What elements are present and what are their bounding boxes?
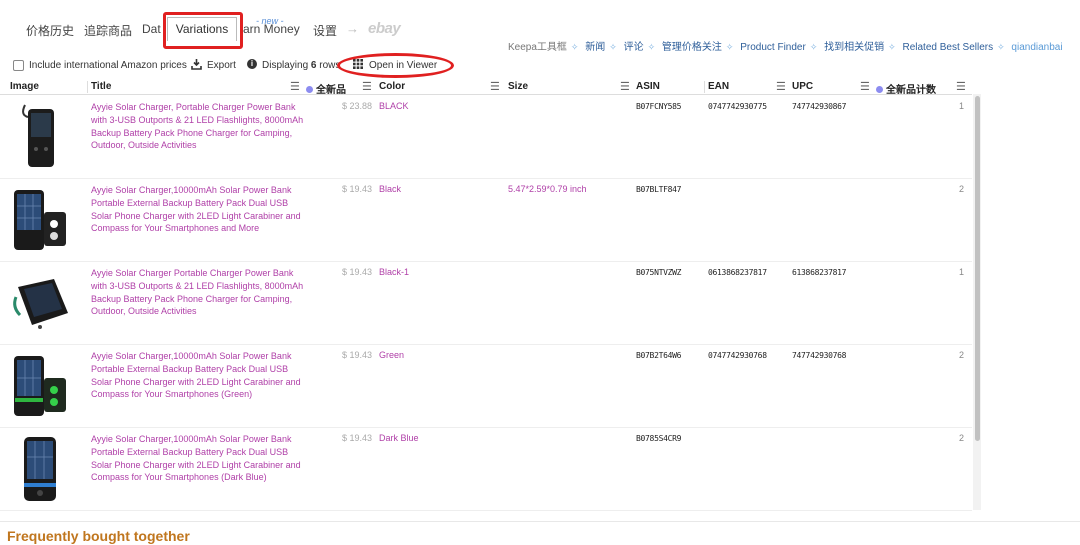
- separator-icon: ✧: [647, 42, 656, 52]
- separator-icon: ✧: [570, 42, 579, 52]
- highlight-oval: [337, 53, 454, 78]
- upc-value: 747742930867: [792, 102, 847, 111]
- color-value: BLACK: [379, 101, 409, 111]
- column-menu-icon[interactable]: ☰: [956, 80, 966, 93]
- column-menu-icon[interactable]: ☰: [620, 80, 630, 93]
- new-count-value: 1: [959, 267, 965, 277]
- header-size[interactable]: Size: [508, 81, 528, 92]
- info-icon: i: [247, 59, 257, 69]
- product-title-link[interactable]: Ayyie Solar Charger Portable Charger Pow…: [91, 267, 306, 318]
- table-row[interactable]: Ayyie Solar Charger,10000mAh Solar Power…: [0, 344, 972, 428]
- checkbox-icon[interactable]: [13, 60, 24, 71]
- ean-value: 0613868237817: [708, 268, 767, 277]
- column-menu-icon[interactable]: ☰: [362, 80, 372, 93]
- column-menu-icon[interactable]: ☰: [860, 80, 870, 93]
- asin-value[interactable]: B07BLTF847: [636, 185, 681, 194]
- export-button[interactable]: Export: [207, 60, 236, 71]
- dot-icon: [306, 86, 313, 93]
- column-menu-icon[interactable]: ☰: [290, 80, 300, 93]
- header-color[interactable]: Color: [379, 81, 405, 92]
- header-new-price[interactable]: 全新品: [306, 81, 346, 96]
- link-price-watch[interactable]: 管理价格关注: [662, 42, 722, 53]
- product-image: [13, 279, 68, 329]
- link-related-best-sellers[interactable]: Related Best Sellers: [902, 42, 993, 53]
- intl-prices-label[interactable]: Include international Amazon prices: [29, 60, 187, 71]
- column-menu-icon[interactable]: ☰: [776, 80, 786, 93]
- tab-price-history[interactable]: 价格历史: [26, 22, 74, 39]
- ean-value: 0747742930775: [708, 102, 767, 111]
- header-new-count[interactable]: 全新品计数: [876, 81, 936, 96]
- asin-value[interactable]: B07B2T64W6: [636, 351, 681, 360]
- header-upc[interactable]: UPC: [792, 81, 813, 92]
- separator-icon: ✧: [725, 42, 734, 52]
- tab-settings[interactable]: 设置: [313, 22, 337, 39]
- product-image: [22, 104, 54, 167]
- price-value: $ 19.43: [342, 184, 373, 194]
- column-divider: [87, 81, 88, 93]
- tab-tracking[interactable]: 追踪商品: [84, 22, 132, 39]
- link-product-finder[interactable]: Product Finder: [740, 42, 806, 53]
- scrollbar-thumb[interactable]: [975, 96, 980, 441]
- table-header: Image Title ☰ 全新品 ☰ Color ☰ Size ☰ ASIN …: [0, 79, 972, 96]
- frequently-bought-heading: Frequently bought together: [7, 528, 190, 544]
- header-ean[interactable]: EAN: [708, 81, 729, 92]
- top-links: Keepa工具框 ✧ 新闻 ✧ 评论 ✧ 管理价格关注 ✧ Product Finder…: [508, 38, 1067, 53]
- header-image[interactable]: Image: [10, 81, 39, 92]
- highlight-box: [163, 12, 243, 49]
- new-count-value: 1: [959, 101, 965, 111]
- separator-icon: ✧: [997, 42, 1005, 52]
- ean-value: 0747742930768: [708, 351, 767, 360]
- product-title-link[interactable]: Ayyie Solar Charger,10000mAh Solar Power…: [91, 433, 306, 484]
- tab-data[interactable]: Dat: [142, 22, 161, 36]
- divider: [0, 521, 1080, 522]
- asin-value[interactable]: B075NTVZWZ: [636, 268, 681, 277]
- asin-value[interactable]: B07FCNY585: [636, 102, 681, 111]
- color-value: Green: [379, 350, 405, 360]
- header-title[interactable]: Title: [91, 81, 111, 92]
- link-reviews[interactable]: 评论: [624, 42, 644, 53]
- product-image: [14, 356, 66, 416]
- product-title-link[interactable]: Ayyie Solar Charger, Portable Charger Po…: [91, 101, 306, 152]
- price-value: $ 23.88: [342, 101, 373, 111]
- product-title-link[interactable]: Ayyie Solar Charger,10000mAh Solar Power…: [91, 184, 306, 235]
- new-badge: - new -: [256, 16, 284, 26]
- product-image: [24, 437, 56, 501]
- size-value: 5.47*2.59*0.79 inch: [508, 184, 587, 194]
- upc-value: 747742930768: [792, 351, 847, 360]
- link-deals[interactable]: 找到相关促销: [824, 42, 884, 53]
- new-count-value: 2: [959, 184, 965, 194]
- separator-icon: ✧: [809, 42, 818, 52]
- upc-value: 613868237817: [792, 268, 847, 277]
- export-icon[interactable]: [191, 58, 202, 73]
- price-value: $ 19.43: [342, 350, 373, 360]
- color-value: Black: [379, 184, 402, 194]
- new-count-value: 2: [959, 350, 965, 360]
- product-image: [14, 190, 66, 250]
- price-value: $ 19.43: [342, 433, 373, 443]
- toolbar: Include international Amazon prices Expo…: [0, 58, 1080, 76]
- column-divider: [704, 81, 705, 93]
- table-row[interactable]: Ayyie Solar Charger,10000mAh Solar Power…: [0, 427, 972, 511]
- tab-ebay[interactable]: ebay: [368, 20, 401, 37]
- new-count-value: 2: [959, 433, 965, 443]
- separator-icon: ✧: [609, 42, 617, 52]
- price-value: $ 19.43: [342, 267, 373, 277]
- link-keepa-toolbox[interactable]: Keepa工具框: [508, 42, 567, 53]
- link-news[interactable]: 新闻: [585, 42, 605, 53]
- arrow-right-icon: →: [346, 21, 359, 36]
- header-asin[interactable]: ASIN: [636, 81, 660, 92]
- table-row[interactable]: Ayyie Solar Charger, Portable Charger Po…: [0, 95, 972, 179]
- table-row[interactable]: Ayyie Solar Charger Portable Charger Pow…: [0, 261, 972, 345]
- product-title-link[interactable]: Ayyie Solar Charger,10000mAh Solar Power…: [91, 350, 306, 401]
- link-user[interactable]: qiandianbai: [1011, 42, 1062, 53]
- column-menu-icon[interactable]: ☰: [490, 80, 500, 93]
- displaying-text: Displaying 6 rows: [262, 60, 341, 71]
- asin-value[interactable]: B0785S4CR9: [636, 434, 681, 443]
- table-row[interactable]: Ayyie Solar Charger,10000mAh Solar Power…: [0, 178, 972, 262]
- separator-icon: ✧: [888, 42, 896, 52]
- color-value: Dark Blue: [379, 433, 419, 443]
- dot-icon: [876, 86, 883, 93]
- color-value: Black-1: [379, 267, 410, 277]
